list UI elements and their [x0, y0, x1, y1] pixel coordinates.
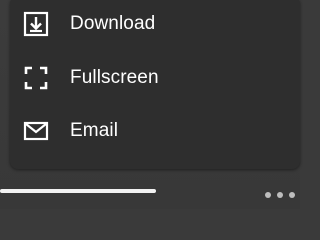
more-horizontal-icon [277, 192, 283, 198]
fullscreen-icon [22, 64, 50, 92]
menu-item-label: Fullscreen [70, 67, 159, 88]
menu-item-fullscreen[interactable]: Fullscreen [10, 53, 300, 103]
menu-item-email[interactable]: Email [10, 106, 300, 156]
share-menu: Download Fullscreen Email [10, 0, 300, 169]
progress-fill [0, 189, 156, 193]
download-icon [22, 10, 50, 38]
progress-bar[interactable] [0, 189, 240, 193]
menu-item-label: Email [70, 120, 119, 141]
video-player: Download Fullscreen Email [0, 0, 300, 209]
more-horizontal-icon [265, 192, 271, 198]
menu-item-label: Download [70, 13, 156, 34]
email-icon [22, 117, 50, 145]
menu-item-download[interactable]: Download [10, 0, 300, 49]
more-horizontal-icon [289, 192, 295, 198]
more-options-button[interactable] [265, 188, 295, 202]
